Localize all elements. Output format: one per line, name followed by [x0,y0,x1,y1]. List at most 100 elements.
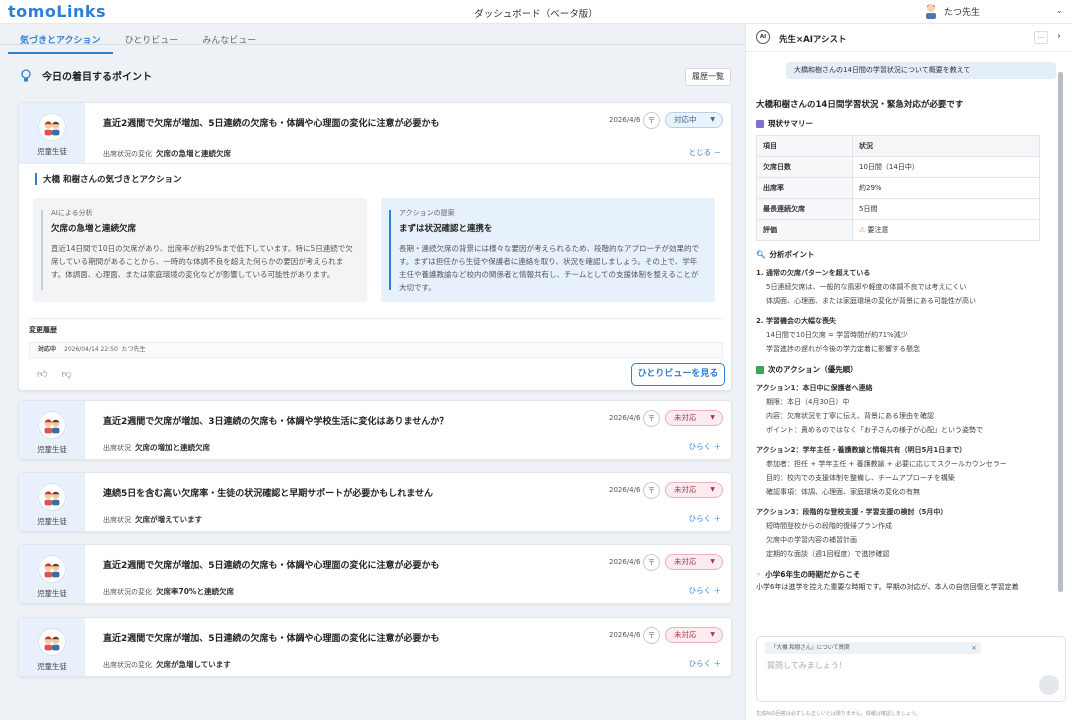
individual-view-button[interactable]: ひとりビューを見る [631,363,725,386]
status-select[interactable]: 未対応 ▼ [665,410,723,426]
expand-toggle[interactable]: ひらく ＋ [689,658,721,669]
analysis-heading: 🔍︎ 分析ポイント [756,249,1046,260]
status-select[interactable]: 未対応 ▼ [665,482,723,498]
student-label: 児童生徒 [37,147,67,156]
summary-table: 項目 状況 欠席日数 10日間（14日中） 出席率 約29% 最長連続欠席 5日間 評価… [756,135,1040,241]
action-title: まずは状況確認と連携を [399,224,493,234]
user-message: 大橋和樹さんの14日間の学習状況について概要を教えて [786,62,1056,79]
table-row: 出席率 約29% [756,177,1040,199]
ai-icon: AI [756,30,770,44]
user-name: たつ先生 [944,7,981,18]
history-date: 2026/04/14 22:50 [64,346,118,353]
magnifier-icon: 🔍︎ [756,250,766,259]
pin-icon[interactable]: 〒 [643,112,660,129]
student-avatar-icon [38,555,66,583]
card-title[interactable]: 直近2週間で欠席が増加、5日連続の欠席も・体調や心理面の変化に注意が必要かも [103,631,440,644]
user-menu[interactable]: たつ先生 [924,3,980,19]
analysis-label: AIによる分析 [51,209,93,217]
status-select[interactable]: 対応中 ▼ [665,112,723,128]
point-title: 2. 学習機会の大幅な喪失 [756,317,836,325]
status-value: 未対応 [674,413,697,422]
history-status: 対応中 [38,346,57,353]
student-block[interactable]: 児童生徒 [19,473,85,531]
expand-toggle[interactable]: ひらく ＋ [689,585,721,596]
tab-everyone-view[interactable]: みんなビュー [190,28,268,54]
action-line: 定期的な面談（週1回程度）で進捗確認 [766,550,890,558]
table-row: 項目 状況 [756,135,1040,157]
top-bar: tomoLinks ダッシュボード（ベータ版） たつ先生 ⌄ [0,0,1072,24]
analysis-points-title: 分析ポイント [769,250,815,259]
chart-icon [756,119,764,128]
card-title[interactable]: 直近2週間で欠席が増加、3日連続の欠席も・体調や学校生活に変化はありませんか？ [103,414,448,427]
point-line: 体調面、心理面、または家庭環境の変化が背景にある可能性が高い [766,297,976,305]
chevron-right-icon[interactable]: › [1057,31,1061,42]
section-header: 今日の着目するポイント [20,68,152,83]
pin-icon[interactable]: 〒 [643,482,660,499]
analysis-body: 直近14日間で10日の欠席があり、出席率が約29%まで低下しています。特に5日連… [51,244,353,279]
card-title[interactable]: 直近2週間で欠席が増加、5日連続の欠席も・体調や心理面の変化に注意が必要かも [103,116,440,129]
scrollbar[interactable] [1058,72,1064,612]
question-input[interactable]: 「大橋 和樹さん」について質問 × 質問してみましょう！ [756,636,1066,702]
status-select[interactable]: 未対応 ▼ [665,554,723,570]
status-value: 対応中 [674,115,697,124]
chevron-down-icon[interactable]: ⌄ [1056,6,1063,15]
action-title: アクション3：段階的な登校支援・学習支援の検討（5月中） [756,508,948,516]
detail-heading: 大橋 和樹さんの気づきとアクション [35,173,182,185]
collapse-toggle[interactable]: とじる － [689,147,721,158]
status-select[interactable]: 未対応 ▼ [665,627,723,643]
warning-icon: ⚠ [859,226,866,234]
student-block[interactable]: 児童生徒 [19,618,85,676]
student-avatar-icon [38,628,66,656]
point-title: 1. 通常の欠席パターンを超えている [756,269,871,277]
tab-insights[interactable]: 気づきとアクション [8,28,113,54]
expand-toggle[interactable]: ひらく ＋ [689,441,721,452]
table-cell: 状況 [852,135,1040,157]
thumbs-up-icon[interactable]: 👍︎ [37,368,47,380]
pin-icon[interactable]: 〒 [643,554,660,571]
ai-assist-panel: AI 先生×AIアシスト ... › 大橋和樹さんの14日間の学習状況について概… [745,24,1072,720]
table-row: 最長連続欠席 5日間 [756,198,1040,220]
student-label: 児童生徒 [37,589,67,598]
history-list-button[interactable]: 履歴一覧 [685,68,731,86]
tip-heading: ⚡ 小学6年生の時期だからこそ [756,569,1046,580]
student-avatar-icon [38,113,66,141]
more-options-icon[interactable]: ... [1034,31,1048,44]
action-title: アクション1：本日中に保護者へ連絡 [756,384,873,392]
reason: 出席状況の変化 欠席が急増しています [103,659,231,670]
accent-bar [389,210,391,290]
student-label: 児童生徒 [37,445,67,454]
action-line: 内容：欠席状況を丁寧に伝え、背景にある理由を確認 [766,412,934,420]
summary-title: 現状サマリー [768,119,813,128]
assist-response: 大橋和樹さんの14日間学習状況・緊急対応が必要です 現状サマリー 項目 状況 欠席… [756,94,1046,614]
reason: 出席状況の変化 欠席率70%と連続欠席 [103,586,234,597]
send-icon[interactable] [1039,675,1059,695]
disclaimer: 生成AIの回答は必ずしも正しいとは限りません。情報は確認しましょう。 [756,711,921,717]
table-cell: 欠席日数 [756,156,853,178]
card-title[interactable]: 連続5日を含む高い欠席率・生徒の状況確認と早期サポートが必要かもしれません [103,486,433,499]
student-block[interactable]: 児童生徒 [19,103,85,163]
pin-icon[interactable]: 〒 [643,627,660,644]
student-block[interactable]: 児童生徒 [19,545,85,603]
input-placeholder[interactable]: 質問してみましょう！ [767,660,847,671]
pin-icon[interactable]: 〒 [643,410,660,427]
reason-value: 欠席が急増しています [156,660,231,669]
expand-toggle[interactable]: ひらく ＋ [689,513,721,524]
student-block[interactable]: 児童生徒 [19,401,85,459]
insight-card: 児童生徒 直近2週間で欠席が増加、5日連続の欠席も・体調や心理面の変化に注意が必… [18,617,732,677]
table-cell: 5日間 [852,198,1040,220]
history-label: 変更履歴 [29,326,57,334]
scrollbar-thumb[interactable] [1058,72,1063,592]
tab-individual-view[interactable]: ひとりビュー [113,28,191,54]
reason-value: 欠席が増えています [135,515,203,524]
card-title[interactable]: 直近2週間で欠席が増加、5日連続の欠席も・体調や心理面の変化に注意が必要かも [103,558,440,571]
thumbs-down-icon[interactable]: 👎︎ [61,368,71,380]
tip-title: 小学6年生の時期だからこそ [765,570,861,579]
student-avatar-icon [38,483,66,511]
card-date: 2026/4/6 [609,558,641,566]
tab-bar: 気づきとアクション ひとりビュー みんなビュー [8,28,268,54]
close-icon[interactable]: × [971,642,977,654]
insight-card: 児童生徒 直近2週間で欠席が増加、3日連続の欠席も・体調や学校生活に変化はありま… [18,400,732,460]
history-user: たつ先生 [121,346,146,353]
dropdown-arrow-icon: ▼ [710,486,715,493]
context-tag-label: 「大橋 和樹さん」について質問 [771,645,850,651]
